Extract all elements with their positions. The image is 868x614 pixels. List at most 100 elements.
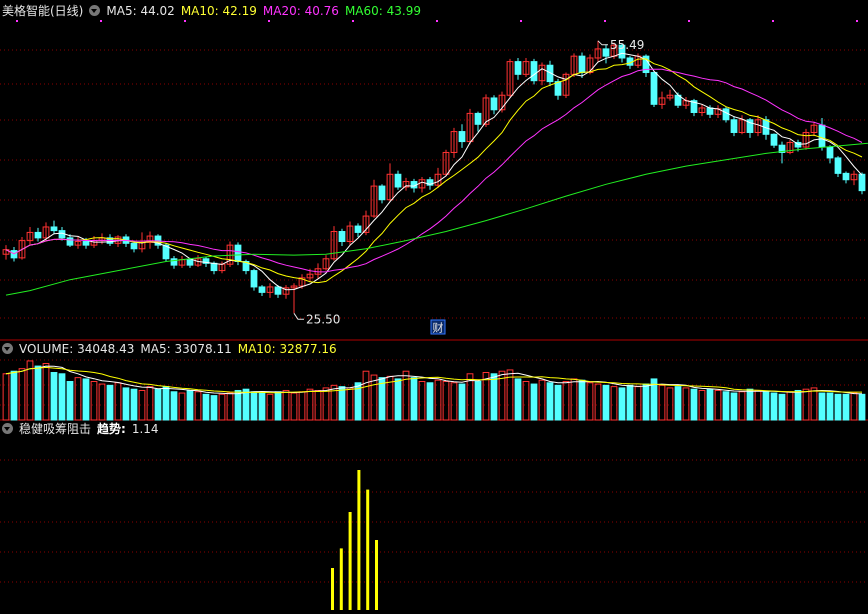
price-legend: 美格智能(日线) MA5: 44.02 MA10: 42.19 MA20: 40.76… [2,3,427,19]
indicator-name[interactable]: 稳健吸筹阻击 [19,422,91,436]
indicator-legend: 稳健吸筹阻击 趋势: 1.14 [2,421,165,437]
volume-bar-down [474,380,482,421]
candle-down [722,108,730,121]
top-tick-mark [604,20,606,22]
volume-bar-down [514,378,522,421]
volume-bar-up [346,387,354,421]
volume-bar-down [66,380,74,421]
candle-down [474,112,482,125]
volume-bar-up [290,392,298,421]
signal-bar [357,470,361,610]
candle-down [826,146,834,159]
volume-bar-up [738,391,746,421]
volume-legend: VOLUME: 34048.43 MA5: 33078.11 MA10: 32877… [2,341,343,357]
volume-ma10-label: MA10: [237,342,276,356]
volume-bar-up [450,382,458,421]
candle-down [834,157,842,174]
volume-bar-down [834,393,842,421]
chevron-down-icon[interactable] [2,423,13,434]
signal-bar [375,540,378,610]
candle-down [170,258,178,266]
ma5-label: MA5: [106,4,137,18]
signal-bar [331,568,334,610]
volume-bar-down [234,389,242,421]
volume-bar-down [154,388,162,421]
volume-bar-down [690,388,698,421]
candle-down [250,270,258,288]
chart-canvas[interactable]: 55.49 25.50 财 [0,0,868,614]
candle-down [210,262,218,272]
high-price-label: 55.49 [610,38,644,52]
candle-down [554,81,562,96]
volume-bar-down [394,378,402,421]
candle-down [378,185,386,201]
volume-bar-down [130,388,138,421]
candle-down [66,237,74,246]
volume-bar-down [730,392,738,421]
volume-ma5-label: MA5: [140,342,171,356]
top-tick-mark [772,20,774,22]
volume-bar-up [634,386,642,421]
volume-bar-up [810,387,818,421]
candle-down [354,225,362,233]
volume-bar-up [434,379,442,421]
finance-marker[interactable]: 财 [433,321,444,335]
trend-value: 1.14 [131,422,159,436]
top-tick-mark [688,20,690,22]
volume-bar-down [722,391,730,421]
candle-down [842,172,850,181]
top-tick-mark [520,20,522,22]
chevron-down-icon[interactable] [89,5,101,16]
candle-down [234,244,242,262]
volume-bar-down [34,365,42,421]
top-tick-mark [352,20,354,22]
volume-bar-down [642,383,650,421]
low-price-label: 25.50 [306,312,340,326]
stock-title[interactable]: 美格智能(日线) [2,4,83,18]
volume-bar-down [50,372,58,421]
candle-down [274,286,282,295]
volume-bar-up [658,384,666,421]
volume-bar-down [762,391,770,421]
volume-bar-down [618,387,626,421]
candle-down [706,107,714,115]
candle-down [858,173,866,192]
volume-label: VOLUME: [19,342,74,356]
grid-lines [0,49,868,583]
ma60-value: 43.99 [386,4,421,18]
volume-bar-up [586,382,594,421]
ma20-value: 40.76 [304,4,339,18]
signal-bar [348,512,352,610]
candle-down [530,61,538,82]
chevron-down-icon[interactable] [2,343,13,354]
indicator-panel[interactable] [331,470,378,610]
volume-bar-up [18,368,26,421]
price-panel[interactable]: 55.49 25.50 财 [2,20,868,335]
volume-bar-down [82,378,90,421]
volume-panel[interactable] [2,360,866,421]
volume-bar-up [322,387,330,421]
volume-bar-down [410,377,418,421]
ma60-line [5,142,868,296]
volume-bar-up [562,380,570,421]
volume-bar-up [370,374,378,421]
volume-bar-down [58,373,66,421]
volume-bar-up [98,383,106,421]
volume-bar-up [402,370,410,421]
ma60-label: MA60: [344,4,383,18]
top-tick-mark [100,20,102,22]
volume-bar-up [218,393,226,421]
volume-bar-up [178,392,186,421]
volume-bar-down [162,386,170,421]
volume-bar-down [858,393,866,421]
volume-bar-down [242,388,250,421]
volume-bar-down [338,386,346,421]
volume-bar-down [458,383,466,421]
volume-bar-down [10,370,18,421]
candle-down [650,72,658,105]
volume-bar-down [706,388,714,421]
volume-bar-down [210,395,218,421]
volume-bar-down [746,388,754,421]
kline-chart-window[interactable]: 55.49 25.50 财 美格智能(日线) MA5: 44.02 MA10: 42.1… [0,0,868,614]
volume-bar-up [786,391,794,421]
